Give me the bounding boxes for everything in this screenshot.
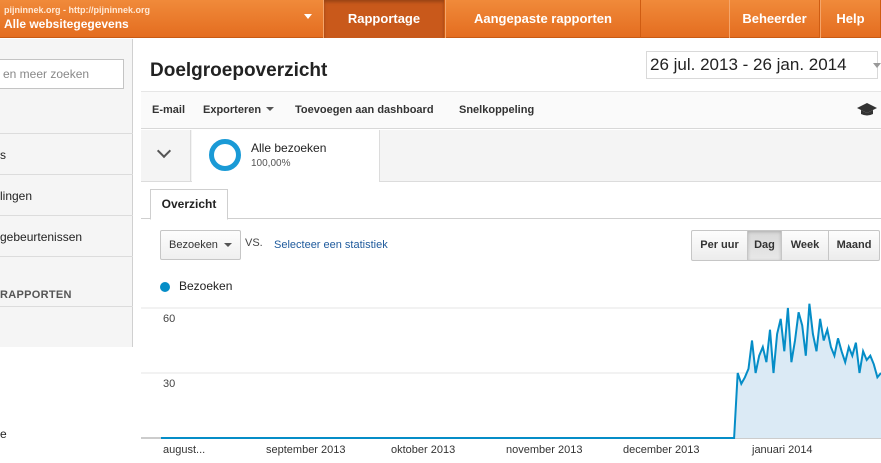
y-axis: 60 30 xyxy=(163,313,175,390)
x-tick-label: oktober 2013 xyxy=(391,444,455,456)
select-metric-link[interactable]: Selecteer een statistiek xyxy=(274,239,388,251)
graduation-cap-icon[interactable] xyxy=(857,103,877,117)
sidebar-item-4[interactable]: e xyxy=(0,427,7,441)
tab-overzicht[interactable]: Overzicht xyxy=(150,189,228,220)
account-url: pijninnek.org - http://pijninnek.org xyxy=(4,5,150,15)
date-range-picker[interactable]: 26 jul. 2013 - 26 jan. 2014 xyxy=(646,51,881,79)
page-title: Doelgroepoverzicht xyxy=(150,60,328,81)
sidebar: en meer zoeken s lingen gebeurtenissen R… xyxy=(0,39,133,463)
segment-card[interactable]: Alle bezoeken 100,00% xyxy=(192,130,380,182)
vs-label: VS. xyxy=(245,237,263,249)
x-tick-label: september 2013 xyxy=(266,444,346,456)
sidebar-item-2[interactable]: lingen xyxy=(0,189,32,203)
y-tick-label: 60 xyxy=(163,313,175,325)
sidebar-divider xyxy=(0,133,133,134)
granularity-hour-button[interactable]: Per uur xyxy=(691,230,748,261)
chevron-down-icon xyxy=(873,63,881,68)
nav-rapportage[interactable]: Rapportage xyxy=(323,0,445,38)
account-selector[interactable]: pijninnek.org - http://pijninnek.org All… xyxy=(0,0,322,38)
visits-chart: 60 30 august... september 2013 oktober 2013… xyxy=(141,303,881,456)
x-tick-label: januari 2014 xyxy=(751,444,813,456)
sidebar-item-3[interactable]: gebeurtenissen xyxy=(0,230,82,244)
sidebar-heading-rapporten: RAPPORTEN xyxy=(0,289,72,301)
x-tick-label: november 2013 xyxy=(506,444,582,456)
nav-help[interactable]: Help xyxy=(820,0,881,38)
sidebar-item-1[interactable]: s xyxy=(0,148,6,162)
report-toolbar: E-mail Exporteren Toevoegen aan dashboar… xyxy=(141,91,881,129)
nav-beheerder[interactable]: Beheerder xyxy=(729,0,820,38)
sidebar-divider xyxy=(0,256,133,257)
export-button[interactable]: Exporteren xyxy=(203,104,275,116)
metric-select-value: Bezoeken xyxy=(169,239,218,251)
export-label: Exporteren xyxy=(203,104,262,116)
segment-name: Alle bezoeken xyxy=(251,141,327,155)
segment-toggle[interactable] xyxy=(141,130,191,182)
add-to-dashboard-button[interactable]: Toevoegen aan dashboard xyxy=(295,104,434,116)
segment-percent: 100,00% xyxy=(251,158,291,169)
nav-aangepaste-rapporten[interactable]: Aangepaste rapporten xyxy=(445,0,641,38)
chevron-down-icon xyxy=(156,143,172,159)
x-tick-label: december 2013 xyxy=(623,444,699,456)
sidebar-panel: e xyxy=(0,347,133,463)
granularity-month-button[interactable]: Maand xyxy=(828,230,880,261)
shortcut-button[interactable]: Snelkoppeling xyxy=(459,104,534,116)
sidebar-divider xyxy=(0,306,133,307)
top-bar: pijninnek.org - http://pijninnek.org All… xyxy=(0,0,881,38)
chevron-down-icon xyxy=(266,107,275,111)
segment-bar: Alle bezoeken 100,00% xyxy=(141,130,881,182)
chevron-down-icon xyxy=(304,14,312,19)
x-axis: august... september 2013 oktober 2013 novem… xyxy=(163,444,813,456)
granularity-day-button[interactable]: Dag xyxy=(747,230,782,261)
sidebar-divider xyxy=(0,215,133,216)
date-range-label: 26 jul. 2013 - 26 jan. 2014 xyxy=(650,55,847,74)
segment-ring-icon xyxy=(209,139,241,171)
y-tick-label: 30 xyxy=(163,378,175,390)
sidebar-divider xyxy=(0,174,133,175)
tab-bar: Overzicht xyxy=(141,183,881,220)
chevron-down-icon xyxy=(224,243,232,247)
metric-select[interactable]: Bezoeken xyxy=(160,230,241,260)
email-button[interactable]: E-mail xyxy=(152,104,185,116)
granularity-week-button[interactable]: Week xyxy=(781,230,829,261)
sidebar-search-input[interactable]: en meer zoeken xyxy=(0,59,124,89)
x-tick-label: august... xyxy=(163,444,205,456)
